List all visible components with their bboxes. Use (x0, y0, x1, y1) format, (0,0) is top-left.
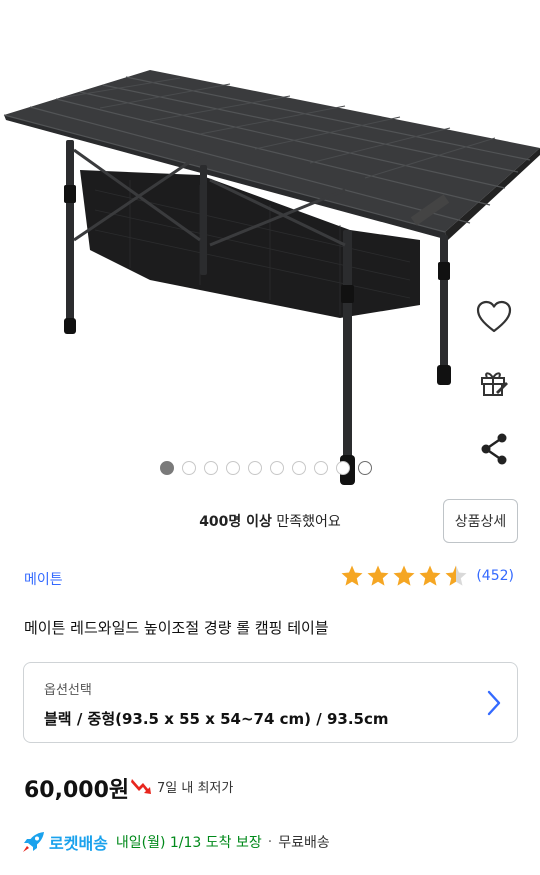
rating-summary[interactable]: (452) (340, 564, 514, 588)
gift-button[interactable] (472, 361, 516, 405)
share-icon (481, 433, 507, 465)
gallery-dot[interactable] (270, 461, 284, 475)
gallery-dot[interactable] (314, 461, 328, 475)
wishlist-button[interactable] (472, 295, 516, 339)
review-count[interactable]: (452) (476, 568, 514, 584)
product-detail-button[interactable]: 상품상세 (443, 499, 518, 543)
delivery-info: 로켓배송 내일(월) 1/13 도착 보장 · 무료배송 (22, 830, 330, 854)
gallery-dot[interactable] (358, 461, 372, 475)
star-half-icon (445, 565, 467, 586)
rocket-delivery-label: 로켓배송 (49, 834, 108, 853)
price-drop-arrow-icon (131, 779, 151, 794)
star-full-icon (341, 565, 363, 586)
product-photo (3, 70, 540, 485)
gallery-dot[interactable] (160, 461, 174, 475)
satisfaction-rest: 만족했어요 (276, 514, 341, 530)
lowest-price-text: 7일 내 최저가 (157, 780, 234, 796)
heart-outline-icon (476, 300, 512, 333)
star-full-icon (367, 565, 389, 586)
gift-icon (481, 372, 508, 396)
brand-link[interactable]: 메이튼 (24, 569, 63, 589)
product-image-gallery[interactable] (0, 0, 540, 495)
free-shipping: 무료배송 (278, 835, 330, 851)
gallery-dot[interactable] (204, 461, 218, 475)
side-action-bar (472, 295, 516, 493)
gallery-dot[interactable] (226, 461, 240, 475)
sale-price: 60,000원 (24, 778, 130, 803)
arrival-guarantee: 내일(월) 1/13 도착 보장 (115, 835, 262, 851)
share-button[interactable] (472, 427, 516, 471)
gallery-dot[interactable] (182, 461, 196, 475)
option-selector[interactable]: 옵션선택 블랙 / 중형(93.5 x 55 x 54~74 cm) / 93.… (23, 662, 518, 743)
star-full-icon (393, 565, 415, 586)
satisfaction-emphasis: 400명 이상 (199, 514, 272, 530)
separator-dot: · (267, 834, 273, 850)
option-label: 옵션선택 (44, 683, 92, 698)
star-rating (340, 564, 468, 588)
option-value: 블랙 / 중형(93.5 x 55 x 54~74 cm) / 93.5cm (44, 710, 389, 728)
gallery-pagination[interactable] (160, 461, 372, 475)
gallery-dot[interactable] (336, 461, 350, 475)
chevron-right-icon (487, 690, 501, 716)
star-full-icon (419, 565, 441, 586)
gallery-dot[interactable] (292, 461, 306, 475)
lowest-price-badge: 7일 내 최저가 (131, 776, 233, 796)
rocket-icon (23, 832, 44, 852)
product-title: 메이튼 레드와일드 높이조절 경량 롤 캠핑 테이블 (24, 619, 329, 637)
gallery-dot[interactable] (248, 461, 262, 475)
